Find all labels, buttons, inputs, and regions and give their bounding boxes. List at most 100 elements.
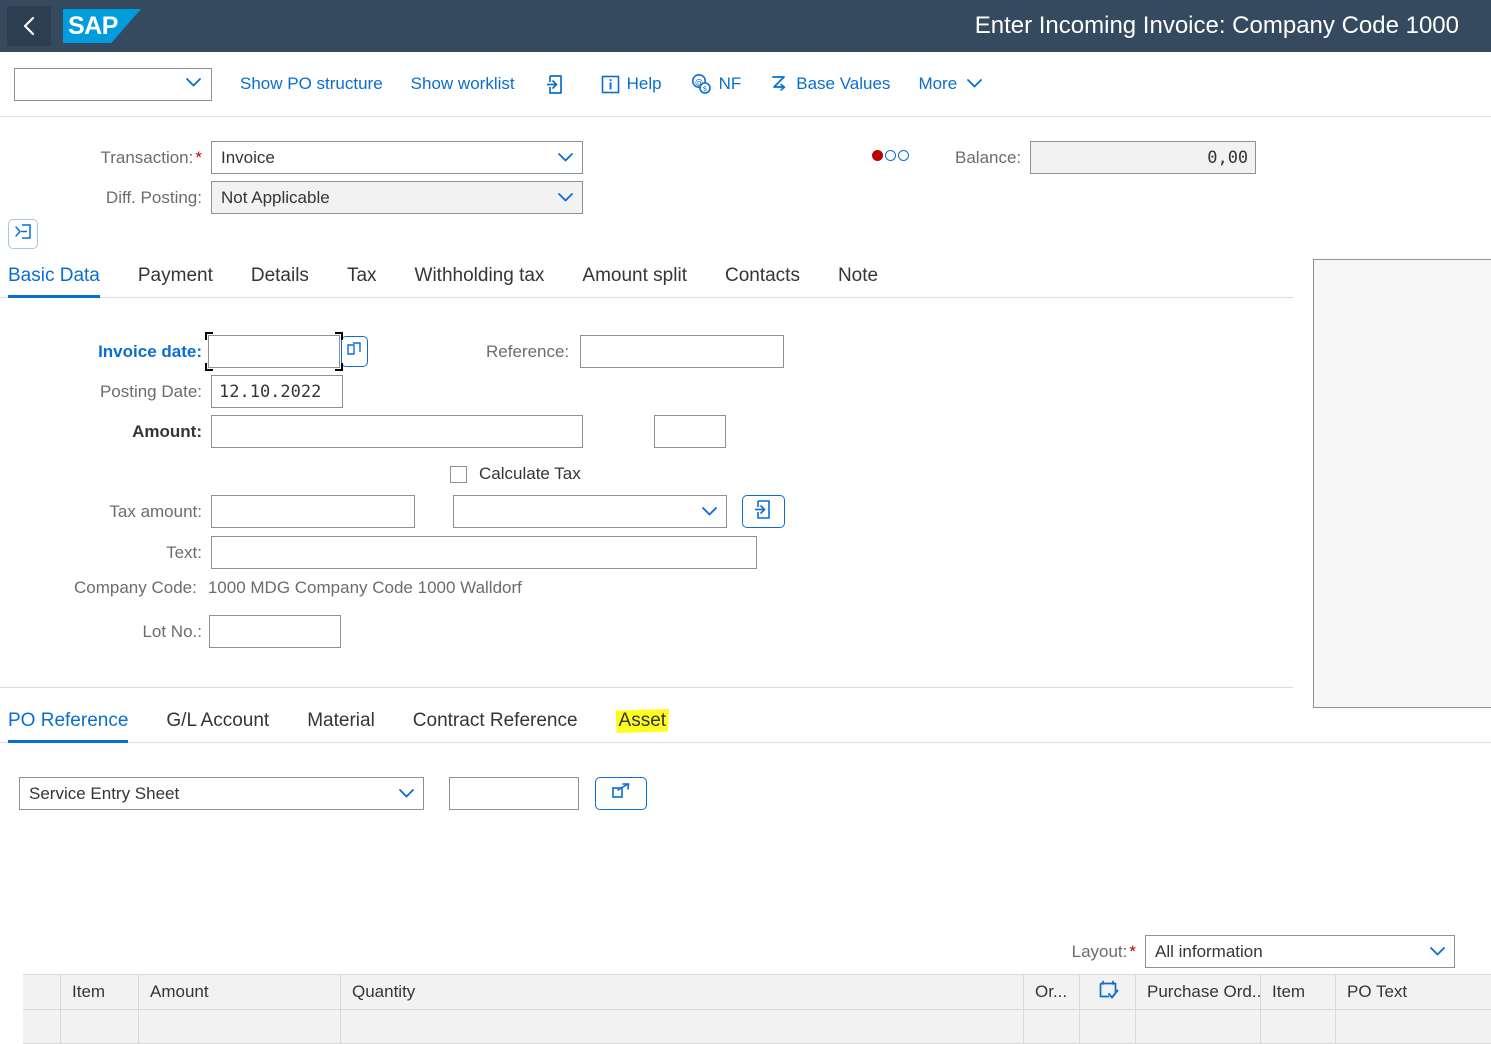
items-table-header: Item Amount Quantity Or... Purchase Ord.… (23, 974, 1491, 1010)
balance-value: 0,00 (1030, 141, 1257, 174)
cell-amount[interactable] (139, 1010, 341, 1043)
calculate-tax-label: Calculate Tax (479, 464, 581, 483)
col-header-purchase-order[interactable]: Purchase Ord... (1136, 975, 1261, 1009)
base-values-button[interactable]: Base Values (769, 74, 890, 95)
tab-details[interactable]: Details (251, 265, 309, 297)
layout-label: Layout: (1072, 942, 1136, 962)
reference-label: Reference: (486, 341, 570, 361)
transaction-select[interactable]: Invoice (211, 141, 583, 174)
tax-code-select[interactable] (453, 495, 727, 528)
sap-logo: SAP (63, 9, 141, 43)
tab-amount-split-label: Amount split (582, 265, 687, 286)
simulate-icon (753, 499, 774, 525)
reference-input[interactable] (580, 335, 785, 368)
show-worklist-button[interactable]: Show worklist (411, 74, 515, 94)
chevron-down-icon (398, 784, 415, 804)
col-header-quantity[interactable]: Quantity (341, 975, 1024, 1009)
document-header-form: Transaction: Invoice Diff. Posting: Not … (0, 117, 1491, 249)
invoice-date-input[interactable] (208, 335, 340, 368)
layout-select[interactable]: All information (1145, 935, 1455, 968)
reference-field-row: Reference: (486, 335, 785, 368)
cell-po-text[interactable] (1336, 1010, 1491, 1043)
help-button[interactable]: Help (601, 74, 662, 94)
cell-order[interactable] (1024, 1010, 1080, 1043)
value-help-icon (346, 341, 363, 363)
tab-payment[interactable]: Payment (138, 265, 213, 297)
nf-button[interactable]: @ $ NF (690, 73, 741, 95)
cell-row-select[interactable] (23, 1010, 61, 1043)
tab-tax[interactable]: Tax (347, 265, 377, 297)
simulate-button[interactable] (545, 74, 573, 95)
transaction-label: Transaction: (96, 148, 202, 168)
tax-simulate-button[interactable] (742, 495, 785, 528)
show-po-structure-label: Show PO structure (240, 74, 383, 93)
col-header-accept-document[interactable] (1080, 975, 1136, 1009)
lot-no-field-row: Lot No.: (138, 615, 341, 648)
cell-accept-document[interactable] (1080, 1010, 1136, 1043)
company-code-label: Company Code: (74, 578, 197, 597)
amount-input[interactable] (211, 415, 583, 448)
cell-po-item[interactable] (1261, 1010, 1336, 1043)
balance-field-row: Balance: 0,00 (955, 141, 1257, 174)
invoice-date-label: Invoice date: (98, 341, 202, 361)
info-icon (601, 75, 620, 94)
tab-material[interactable]: Material (307, 710, 375, 742)
text-input[interactable] (211, 536, 757, 569)
accept-document-icon (1097, 979, 1119, 1006)
items-area: Service Entry Sheet Layout: All (0, 762, 1491, 1044)
col-header-row-select[interactable] (23, 975, 61, 1009)
tab-material-label: Material (307, 710, 375, 731)
tab-contract-reference[interactable]: Contract Reference (413, 710, 578, 742)
cell-quantity[interactable] (341, 1010, 1024, 1043)
tax-amount-input[interactable] (211, 495, 415, 528)
tab-asset[interactable]: Asset (615, 709, 670, 742)
col-header-po-item[interactable]: Item (1261, 975, 1336, 1009)
col-header-item[interactable]: Item (61, 975, 139, 1009)
open-reference-doc-button[interactable] (595, 777, 647, 810)
reference-doc-category-select[interactable]: Service Entry Sheet (19, 777, 424, 810)
focus-bracket (205, 332, 213, 340)
coins-icon: @ $ (690, 73, 712, 95)
lot-no-input[interactable] (209, 615, 341, 648)
page-content: Transaction: Invoice Diff. Posting: Not … (0, 117, 1491, 1044)
variant-select[interactable] (14, 67, 212, 101)
show-po-structure-button[interactable]: Show PO structure (240, 74, 383, 94)
side-content-panel (1313, 259, 1491, 708)
tab-withholding-tax[interactable]: Withholding tax (415, 265, 545, 297)
col-header-order[interactable]: Or... (1024, 975, 1080, 1009)
tab-basic-data-label: Basic Data (8, 265, 100, 286)
sap-logo-text: SAP (68, 11, 118, 40)
table-row[interactable] (23, 1010, 1491, 1044)
diff-posting-field-row: Diff. Posting: Not Applicable (96, 181, 583, 214)
tab-amount-split[interactable]: Amount split (582, 265, 687, 297)
reference-doc-row: Service Entry Sheet (19, 777, 647, 810)
tab-basic-data[interactable]: Basic Data (8, 265, 100, 298)
header-tabbar: Basic Data Payment Details Tax Withholdi… (0, 260, 1293, 298)
cell-purchase-order[interactable] (1136, 1010, 1261, 1043)
chevron-down-icon (557, 188, 574, 208)
diff-posting-select[interactable]: Not Applicable (211, 181, 583, 214)
items-tabbar: PO Reference G/L Account Material Contra… (0, 705, 1491, 743)
tab-gl-account[interactable]: G/L Account (166, 710, 269, 742)
tab-po-reference[interactable]: PO Reference (8, 710, 129, 743)
cell-item[interactable] (61, 1010, 139, 1043)
tab-contacts[interactable]: Contacts (725, 265, 800, 297)
tax-amount-field-row: Tax amount: (106, 495, 785, 528)
back-button[interactable] (7, 6, 51, 46)
calculate-tax-checkbox[interactable] (450, 465, 467, 483)
posting-date-input[interactable]: 12.10.2022 (211, 375, 343, 408)
currency-input[interactable] (654, 415, 726, 448)
tab-payment-label: Payment (137, 265, 213, 286)
col-header-po-text[interactable]: PO Text (1336, 975, 1491, 1009)
tab-note[interactable]: Note (838, 265, 878, 297)
company-code-value: 1000 MDG Company Code 1000 Walldorf (207, 578, 522, 597)
posting-date-field-row: Posting Date: 12.10.2022 (96, 375, 343, 408)
col-header-amount[interactable]: Amount (139, 975, 341, 1009)
calculate-tax-row: Calculate Tax (450, 464, 581, 484)
chevron-down-icon (557, 148, 574, 168)
invoice-date-value-help-button[interactable] (341, 336, 368, 367)
expand-header-button[interactable] (8, 219, 38, 249)
reference-doc-number-input[interactable] (449, 777, 579, 810)
base-values-label: Base Values (796, 74, 891, 93)
more-menu-button[interactable]: More (918, 74, 983, 94)
